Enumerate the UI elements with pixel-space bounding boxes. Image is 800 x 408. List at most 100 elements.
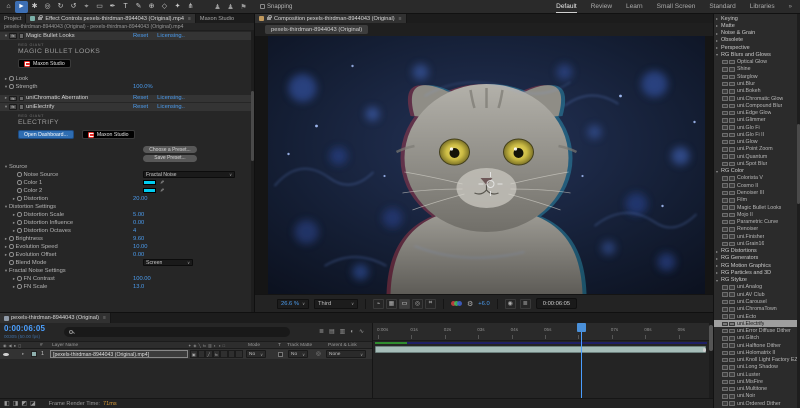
param-strength[interactable]: ▾ Strength 100.0% (0, 83, 251, 91)
fx-item-uni-knoll-light-factory-ez[interactable]: uni.Knoll Light Factory EZ (714, 356, 797, 363)
column-t[interactable]: T (278, 343, 281, 348)
param-value[interactable]: 9.60 (133, 236, 144, 242)
fx-group-rg-stylize[interactable]: ▾ RG Stylize (714, 277, 797, 284)
fx-item-uni-ordered-dither[interactable]: uni.Ordered Dither (714, 400, 797, 407)
param-blend-mode[interactable]: Blend Mode Screen ∨ (0, 259, 251, 267)
workspace-libraries[interactable]: Libraries (750, 3, 775, 10)
layer-switch-cell-1[interactable] (197, 350, 205, 358)
effect-header-magic-bullet-looks[interactable]: ▾ fx Magic Bullet Looks Reset Licensing.. (0, 31, 251, 40)
layer-switch-cell-5[interactable] (227, 350, 235, 358)
layer-name[interactable]: [pexels-thirdman-8944043 (Original).mp4] (50, 349, 188, 359)
fx-group-noise-grain[interactable]: ▸ Noise & Grain (714, 30, 797, 37)
fx-item-uni-chromatic-glow[interactable]: uni.Chromatic Glow (714, 95, 797, 102)
param-look[interactable]: ▸ Look (0, 75, 251, 83)
stopwatch-icon[interactable] (9, 75, 14, 81)
viewer-tab[interactable]: pexels-thirdman-8944043 (Original) (265, 25, 369, 34)
save-preset-button[interactable]: Save Preset... (143, 154, 197, 162)
parent-dropdown[interactable]: None ∨ (326, 350, 366, 358)
layer-duration-bar[interactable] (375, 345, 706, 353)
pan-behind-tool-icon[interactable]: ⌖ (80, 1, 93, 13)
fx-group-rg-blurs-and-glows[interactable]: ▾ RG Blurs and Glows (714, 51, 797, 58)
param-evolution-speed[interactable]: ▸ Evolution Speed 10.00 (0, 243, 251, 251)
fx-group-rg-motion-graphics[interactable]: ▸ RG Motion Graphics (714, 262, 797, 269)
share-screen-icon[interactable]: ⚑ (239, 3, 248, 11)
param-evolution-offset[interactable]: ▸ Evolution Offset 0.00 (0, 251, 251, 259)
stopwatch-icon[interactable] (17, 219, 22, 225)
tab-timeline-comp[interactable]: pexels-thirdman-8944043 (Original) ≡ (0, 313, 111, 323)
layer-color-label[interactable] (31, 351, 37, 357)
fx-group-obsolete[interactable]: ▸ Obsolete (714, 37, 797, 44)
param-distortion-scale[interactable]: ▸ Distortion Scale 5.00 (0, 211, 251, 219)
param-value[interactable]: 0.00 (133, 220, 144, 226)
view-options-icon[interactable]: ⌗ (425, 298, 436, 309)
fx-item-starglow[interactable]: Starglow (714, 73, 797, 80)
effect-header-unichromatic-aberration[interactable]: ▸ fx uniChromatic Aberration Reset Licensing… (0, 93, 251, 102)
layer-switch-cell-3[interactable]: fx (212, 350, 220, 358)
resolution-dropdown[interactable]: Third ∨ (314, 298, 358, 309)
orbit-camera-tool-icon[interactable]: ↻ (54, 1, 67, 13)
stopwatch-icon[interactable] (17, 187, 22, 193)
stopwatch-icon[interactable] (9, 243, 14, 249)
group-source[interactable]: ▾ Source (0, 163, 251, 171)
param-distortion[interactable]: ▸ Distortion 20.00 (0, 195, 251, 203)
region-of-interest-icon[interactable]: ▭ (399, 298, 410, 309)
roto-brush-tool-icon[interactable]: ✦ (171, 1, 184, 13)
tab-project[interactable]: Project (0, 14, 27, 23)
param-fn-scale[interactable]: ▸ FN Scale 13.0 (0, 283, 251, 291)
color-management-gear-icon[interactable]: ⚙ (467, 300, 473, 308)
user-presence-icon[interactable]: ♟ (226, 3, 235, 11)
effect-controls-scrollbar[interactable] (251, 31, 254, 312)
stopwatch-icon[interactable] (17, 195, 22, 201)
brush-tool-icon[interactable]: ✎ (132, 1, 145, 13)
render-time-pane-icon[interactable]: ◪ (30, 400, 36, 408)
fx-item-uni-compound-blur[interactable]: uni.Compound Blur (714, 102, 797, 109)
noise-source-dropdown[interactable]: Fractal Noise ∨ (143, 171, 235, 178)
column-mode[interactable]: Mode (248, 343, 260, 348)
fx-item-uni-error-diffuse-dither[interactable]: uni.Error Diffuse Dither (714, 327, 797, 334)
fx-item-uni-quantum[interactable]: uni.Quantum (714, 153, 797, 160)
fx-item-optical-glow[interactable]: Optical Glow (714, 59, 797, 66)
playhead-line[interactable] (581, 323, 582, 398)
column-parent-link[interactable]: Parent & Link (328, 343, 357, 348)
selection-tool-icon[interactable]: ► (15, 0, 28, 13)
fx-item-uni-ecto[interactable]: uni.Ecto (714, 313, 797, 320)
fx-enable-icon[interactable]: fx (9, 104, 17, 110)
fx-item-film[interactable]: Film (714, 197, 797, 204)
column-track-matte[interactable]: Track Matte (287, 343, 312, 348)
snapping-control[interactable]: Snapping (260, 4, 292, 10)
maxon-studio-button[interactable]: Maxon Studio (18, 59, 71, 68)
stopwatch-icon[interactable] (17, 275, 22, 281)
stopwatch-icon[interactable] (17, 283, 22, 289)
fx-item-uni-halftone-dither[interactable]: uni.Halftone Dither (714, 342, 797, 349)
preview-time[interactable]: 0:00:06:05 (535, 298, 578, 309)
blend-mode-dropdown[interactable]: No ∨ (246, 350, 266, 358)
layer-switches-pane-icon[interactable]: ◧ (4, 400, 10, 408)
fx-item-uni-spot-blur[interactable]: uni.Spot Blur (714, 160, 797, 167)
fx-item-shine[interactable]: Shine (714, 66, 797, 73)
fx-item-mojo-ii[interactable]: Mojo II (714, 211, 797, 218)
param-brightness[interactable]: ▸ Brightness 9.60 (0, 235, 251, 243)
fx-item-uni-grain16[interactable]: uni.Grain16 (714, 240, 797, 247)
effect-header-unielectrify[interactable]: ▾ fx uniElectrify Reset Licensing.. (0, 102, 251, 111)
fx-item-renoiser[interactable]: Renoiser (714, 226, 797, 233)
open-dashboard-button[interactable]: Open Dashboard... (18, 130, 74, 139)
layer-switch-cell-6[interactable] (235, 350, 243, 358)
transfer-controls-pane-icon[interactable]: ◨ (13, 400, 19, 408)
stopwatch-icon[interactable] (17, 211, 22, 217)
graph-editor-icon[interactable]: ∿ (359, 328, 364, 336)
param-fn-contrast[interactable]: ▸ FN Contrast 100.00 (0, 275, 251, 283)
blend-mode-dropdown[interactable]: Screen ∨ (143, 259, 193, 266)
stopwatch-icon[interactable] (17, 171, 22, 177)
draft-3d-icon[interactable]: ▤ (329, 328, 335, 336)
fx-item-uni-carousel[interactable]: uni.Carousel (714, 298, 797, 305)
fx-item-cosmo-ii[interactable]: Cosmo II (714, 182, 797, 189)
workspace-learn[interactable]: Learn (626, 3, 643, 10)
fx-item-uni-chromatown[interactable]: uni.ChromaTown (714, 306, 797, 313)
fx-item-uni-edge-glow[interactable]: uni.Edge Glow (714, 109, 797, 116)
fx-item-uni-point-zoom[interactable]: uni.Point Zoom (714, 146, 797, 153)
fx-item-uni-electrify[interactable]: uni.Electrify (714, 320, 797, 328)
param-value[interactable]: 0.00 (133, 252, 144, 258)
workspace-standard[interactable]: Standard (709, 3, 735, 10)
fx-item-parametric-curve[interactable]: Parametric Curve (714, 218, 797, 225)
stopwatch-icon[interactable] (9, 235, 14, 241)
